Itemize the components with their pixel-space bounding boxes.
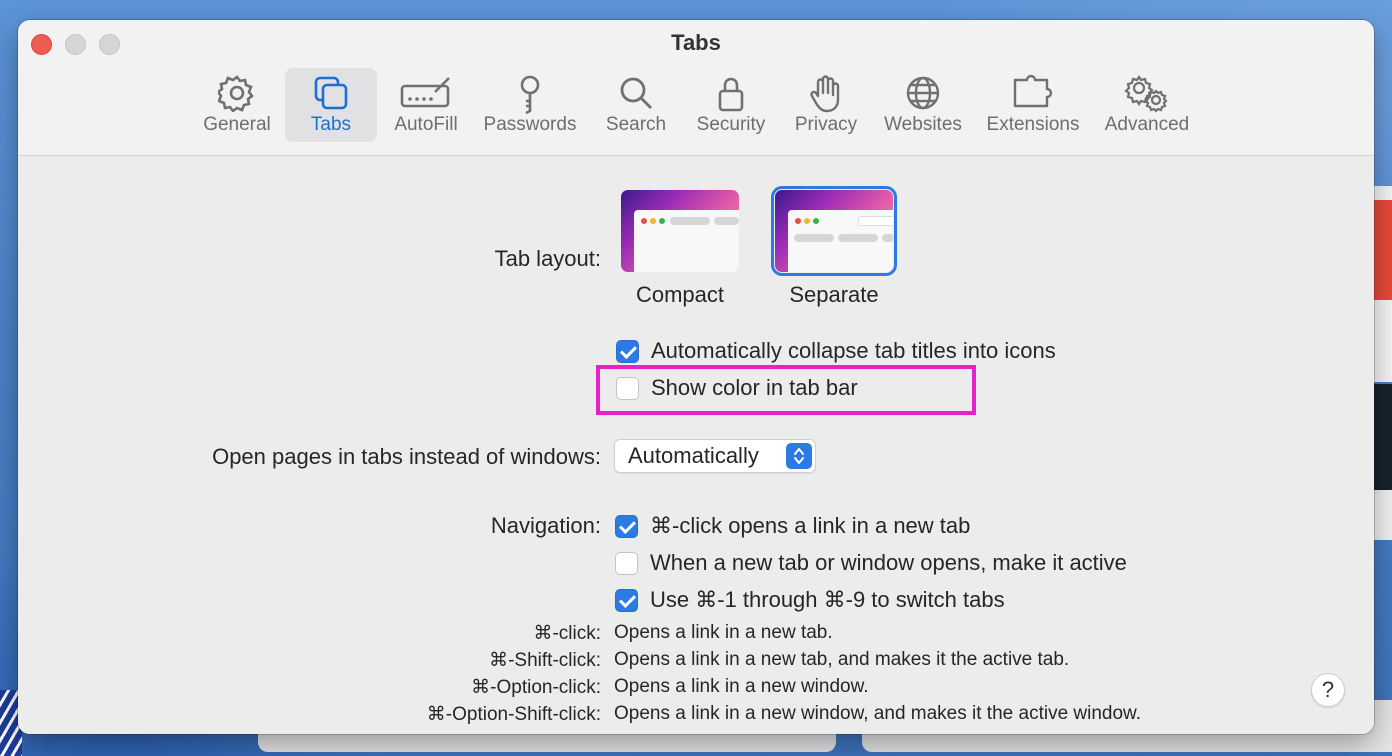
gears-icon [1124,75,1168,113]
shortcut-key: ⌘-Option-Shift-click: [426,704,601,725]
toolbar-item-label: Websites [884,114,962,135]
switch-tabs-shortcut-checkbox-row[interactable]: Use ⌘-1 through ⌘-9 to switch tabs [615,586,1005,614]
show-color-checkbox[interactable] [616,376,639,400]
toolbar-item-extensions[interactable]: Extensions [982,68,1084,142]
red-dot-icon [795,218,801,224]
navigation-label: Navigation: [490,513,601,538]
toolbar-item-label: Tabs [310,114,352,135]
tabs-icon [314,76,348,110]
tabs-settings-pane: Tab layout: Compact Separate Automatical… [18,156,1374,734]
green-dot-icon [659,218,665,224]
checkbox-label: Show color in tab bar [651,375,858,400]
separate-option-label: Separate [789,282,879,307]
switch-tabs-shortcut-checkbox[interactable] [615,588,638,612]
toolbar-item-advanced[interactable]: Advanced [1100,68,1194,142]
shortcut-description: Opens a link in a new window. [614,676,869,697]
background-window-edge [1372,490,1392,540]
toolbar-item-label: General [203,114,271,135]
make-active-checkbox[interactable] [615,551,638,575]
toolbar-item-label: Passwords [483,114,577,135]
puzzle-icon [1013,74,1053,108]
toolbar-item-passwords[interactable]: Passwords [480,68,580,142]
shortcut-row: ⌘-Option-Shift-click: Opens a link in a … [18,703,1374,729]
toolbar-item-general[interactable]: General [196,68,278,142]
help-button[interactable]: ? [1311,673,1345,707]
gear-icon [218,75,254,112]
tab-placeholder [714,217,739,225]
green-dot-icon [813,218,819,224]
open-pages-popup[interactable]: Automatically [614,439,816,473]
toolbar: Tabs General Tabs AutoFill Passwords Sea… [18,20,1374,156]
toolbar-item-label: Extensions [986,114,1080,135]
toolbar-item-search[interactable]: Search [596,68,676,142]
tab-placeholder [794,234,834,242]
background-window-edge [1372,384,1392,490]
popup-value: Automatically [628,443,759,468]
separate-layout-option[interactable] [771,186,897,276]
show-color-checkbox-row[interactable]: Show color in tab bar [616,374,858,402]
checkbox-label: Use ⌘-1 through ⌘-9 to switch tabs [650,587,1005,612]
open-pages-label: Open pages in tabs instead of windows: [212,444,601,469]
tab-layout-label: Tab layout: [494,246,601,271]
toolbar-item-websites[interactable]: Websites [880,68,966,142]
separate-layout-preview [788,210,893,272]
collapse-tab-titles-checkbox[interactable] [616,339,639,363]
shortcut-key: ⌘-Option-click: [471,677,601,698]
tab-placeholder [882,234,893,242]
checkbox-label: When a new tab or window opens, make it … [650,550,1127,575]
globe-icon [906,76,940,110]
toolbar-item-tabs[interactable]: Tabs [285,68,377,142]
collapse-tab-titles-checkbox-row[interactable]: Automatically collapse tab titles into i… [616,337,1056,365]
toolbar-item-label: Security [696,114,766,135]
yellow-dot-icon [650,218,656,224]
shortcut-row: ⌘-Option-click: Opens a link in a new wi… [18,676,1374,702]
toolbar-item-autofill[interactable]: AutoFill [388,68,464,142]
shortcut-key: ⌘-Shift-click: [489,650,601,671]
yellow-dot-icon [804,218,810,224]
tab-placeholder [670,217,710,225]
toolbar-item-privacy[interactable]: Privacy [788,68,864,142]
preferences-window: Tabs General Tabs AutoFill Passwords Sea… [18,20,1374,734]
lock-icon [718,77,744,112]
hand-icon [810,75,840,113]
toolbar-item-label: Search [605,114,667,135]
toolbar-item-label: Advanced [1104,114,1190,135]
shortcut-row: ⌘-Shift-click: Opens a link in a new tab… [18,649,1374,675]
cmd-click-new-tab-checkbox-row[interactable]: ⌘-click opens a link in a new tab [615,512,970,540]
tab-placeholder [838,234,878,242]
compact-layout-preview [634,210,739,272]
background-window-edge [1372,200,1392,300]
shortcut-description: Opens a link in a new window, and makes … [614,703,1142,724]
search-icon [620,77,652,109]
shortcut-key: ⌘-click: [533,623,601,644]
address-field-placeholder [858,216,893,226]
compact-option-label: Compact [635,282,725,307]
checkbox-label: ⌘-click opens a link in a new tab [650,513,971,538]
toolbar-item-label: AutoFill [394,114,458,135]
window-title: Tabs [671,30,721,55]
autofill-icon [400,77,450,108]
compact-layout-option[interactable] [621,190,739,272]
make-active-checkbox-row[interactable]: When a new tab or window opens, make it … [615,549,1127,577]
shortcut-description: Opens a link in a new tab. [614,622,833,643]
toolbar-item-security[interactable]: Security [687,68,775,142]
key-icon [520,75,540,115]
toolbar-item-label: Privacy [794,114,858,135]
shortcut-row: ⌘-click: Opens a link in a new tab. [18,622,1374,648]
red-dot-icon [641,218,647,224]
shortcut-description: Opens a link in a new tab, and makes it … [614,649,1070,670]
cmd-click-new-tab-checkbox[interactable] [615,514,638,538]
checkbox-label: Automatically collapse tab titles into i… [651,338,1056,363]
popup-arrows-icon [786,443,812,469]
